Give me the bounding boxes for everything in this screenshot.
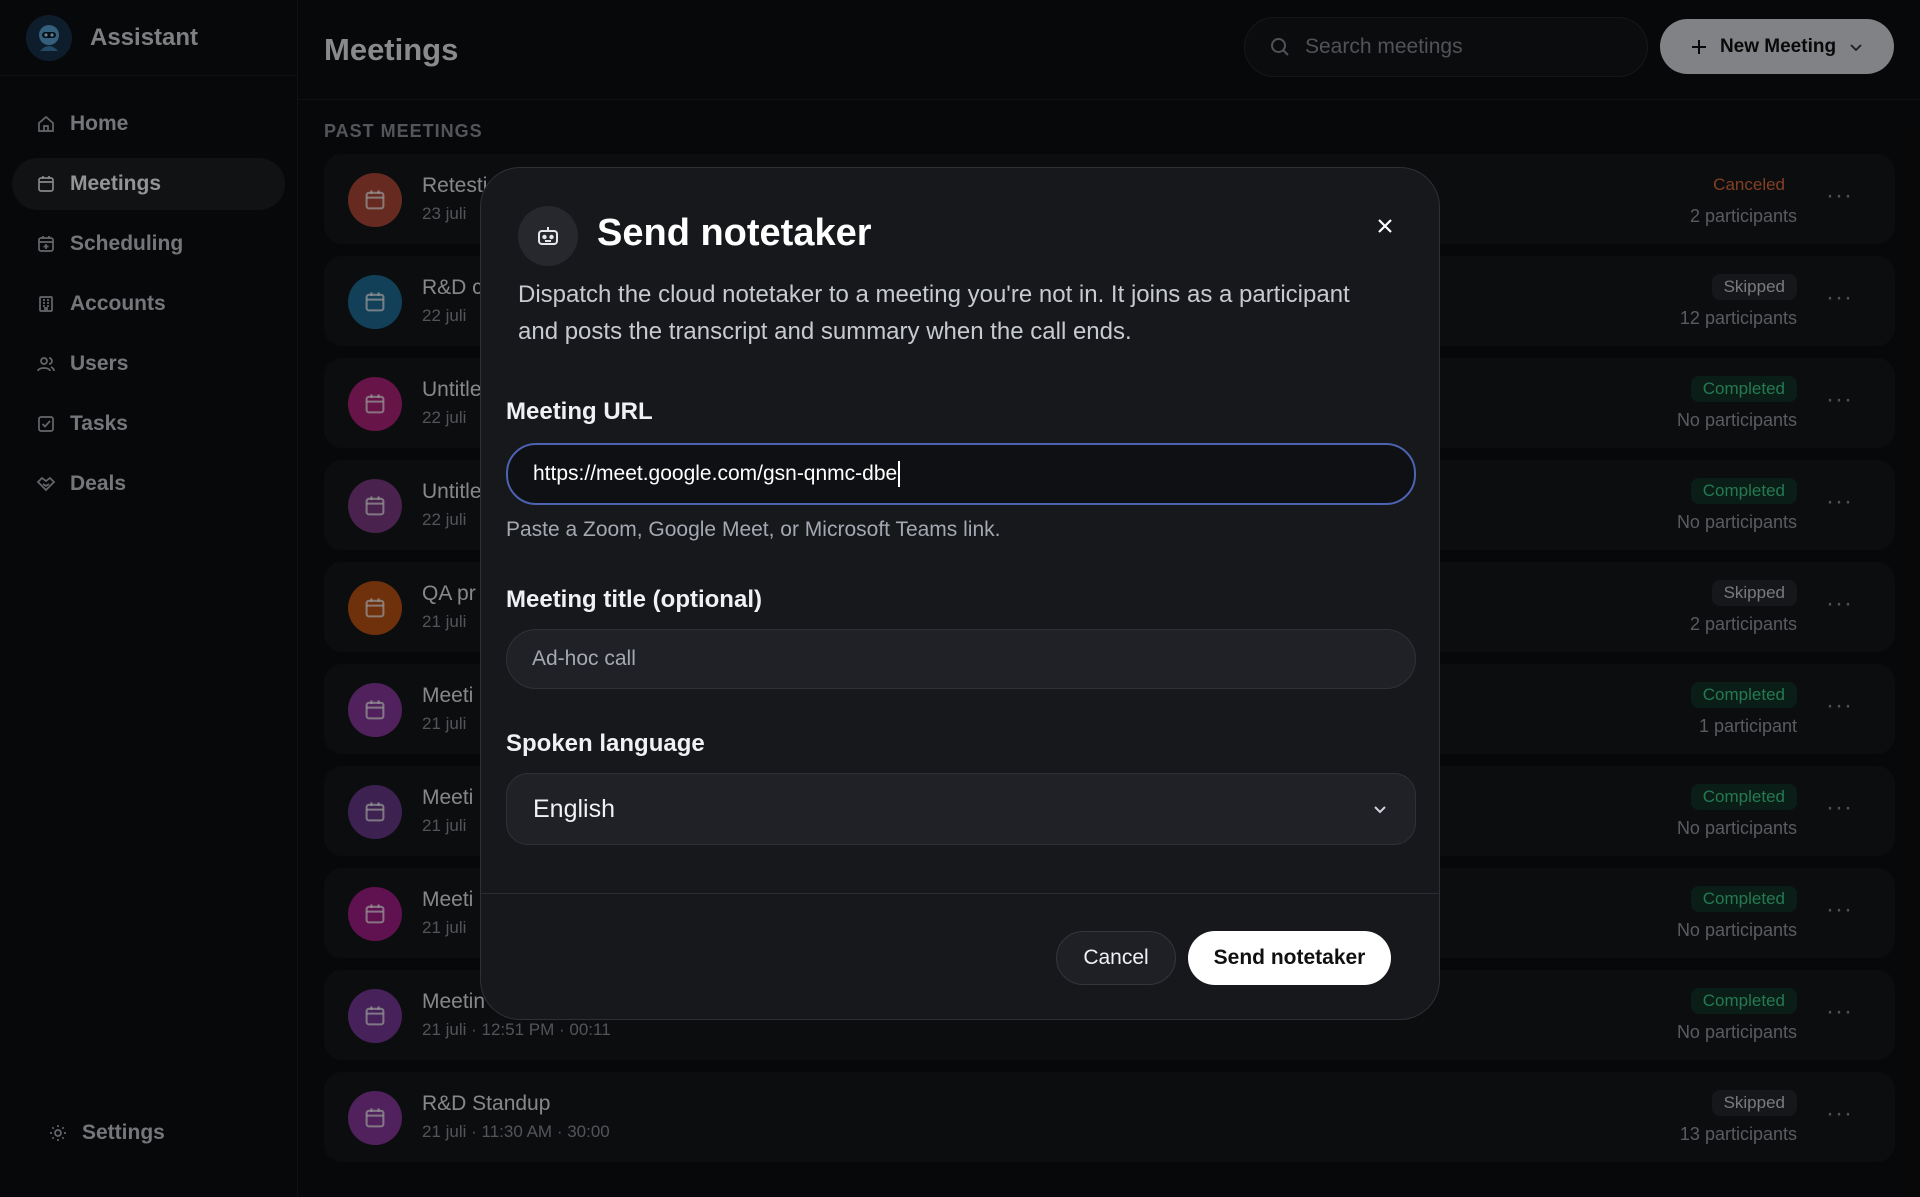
dialog-title: Send notetaker [597,212,872,254]
spoken-language-value: English [533,794,615,823]
meeting-title-placeholder: Ad-hoc call [532,647,636,670]
meeting-title-field[interactable]: Ad-hoc call [506,629,1416,689]
dialog-description: Dispatch the cloud notetaker to a meetin… [518,281,1350,345]
robot-icon [518,206,578,266]
close-icon[interactable] [1371,212,1399,240]
meeting-title-label: Meeting title (optional) [506,586,762,613]
meeting-url-value: https://meet.google.com/gsn-qnmc-dbe [533,462,898,485]
meeting-url-hint: Paste a Zoom, Google Meet, or Microsoft … [506,518,1001,541]
spoken-language-label: Spoken language [506,730,705,757]
cancel-button[interactable]: Cancel [1056,931,1176,985]
meeting-url-field[interactable]: https://meet.google.com/gsn-qnmc-dbe [506,443,1416,505]
send-notetaker-dialog: Send notetaker Dispatch the cloud noteta… [480,167,1440,1020]
chevron-down-icon [1374,806,1386,814]
spoken-language-select[interactable]: English [506,773,1416,845]
dialog-divider [481,893,1439,894]
text-caret [898,461,901,487]
meeting-url-label: Meeting URL [506,398,653,425]
send-notetaker-button[interactable]: Send notetaker [1188,931,1391,985]
